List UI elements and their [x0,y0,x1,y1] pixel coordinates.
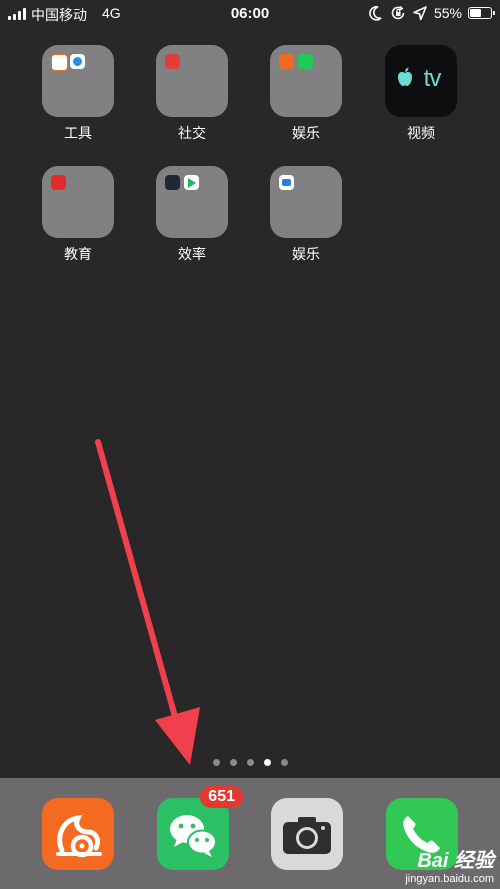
app-mini-icon [51,54,68,71]
camera-icon [283,817,331,854]
chat-bubbles-icon [170,815,217,857]
app-mini-icon [165,175,180,190]
page-dot [212,759,220,766]
app-mini-icon [279,175,294,190]
app-mini-icon [279,54,294,69]
page-dot [280,759,288,766]
app-label: 教育 [64,246,92,262]
app-mini-icon [184,175,199,190]
moon-icon [369,6,382,21]
app-label: 娱乐 [292,125,320,141]
app-label: 效率 [178,246,206,262]
app-mini-icon [51,175,66,190]
folder-tools[interactable]: 工具 [28,45,128,143]
tv-text: tv [423,65,442,92]
app-mini-icon [298,54,313,69]
camera-app[interactable] [271,798,343,870]
squirrel-icon [56,814,102,858]
uc-browser-app[interactable] [42,798,114,870]
folder-icon [42,45,114,117]
page-dot-active [263,759,271,766]
battery-icon [468,7,495,19]
page-dot [229,759,237,766]
folder-social[interactable]: 社交 [142,45,242,143]
wechat-app[interactable]: 651 [157,786,243,870]
app-label: 社交 [178,125,206,141]
folder-icon [270,45,342,117]
app-mini-icon [165,54,180,69]
apple-tv-icon: tv [385,45,457,117]
baidu-jingyan-watermark: Bai 经验 jingyan.baidu.com [405,844,494,885]
folder-entertainment[interactable]: 娱乐 [256,45,356,143]
app-label: 视频 [407,125,435,141]
battery-percentage: 55% [433,5,462,21]
folder-icon [42,166,114,238]
page-indicator[interactable] [0,759,500,766]
watermark-url: jingyan.baidu.com [405,873,494,885]
folder-icon [156,166,228,238]
folder-icon [156,45,228,117]
app-mini-icon [70,54,85,69]
location-arrow-icon [413,6,427,21]
folder-productivity[interactable]: 效率 [142,166,242,264]
folder-icon [270,166,342,238]
notification-badge: 651 [200,786,243,808]
watermark-logo: Bai 经验 [417,850,494,872]
rotation-lock-icon [391,5,405,20]
app-label: 工具 [64,125,92,141]
app-label: 娱乐 [292,246,320,262]
status-bar: 中国移动 4G 06:00 55% [0,0,500,28]
app-apple-tv[interactable]: tv 视频 [371,45,471,143]
page-dot [246,759,254,766]
status-icons: 55% [362,4,495,22]
folder-entertainment-2[interactable]: 娱乐 [256,166,356,264]
folder-education[interactable]: 教育 [28,166,128,264]
